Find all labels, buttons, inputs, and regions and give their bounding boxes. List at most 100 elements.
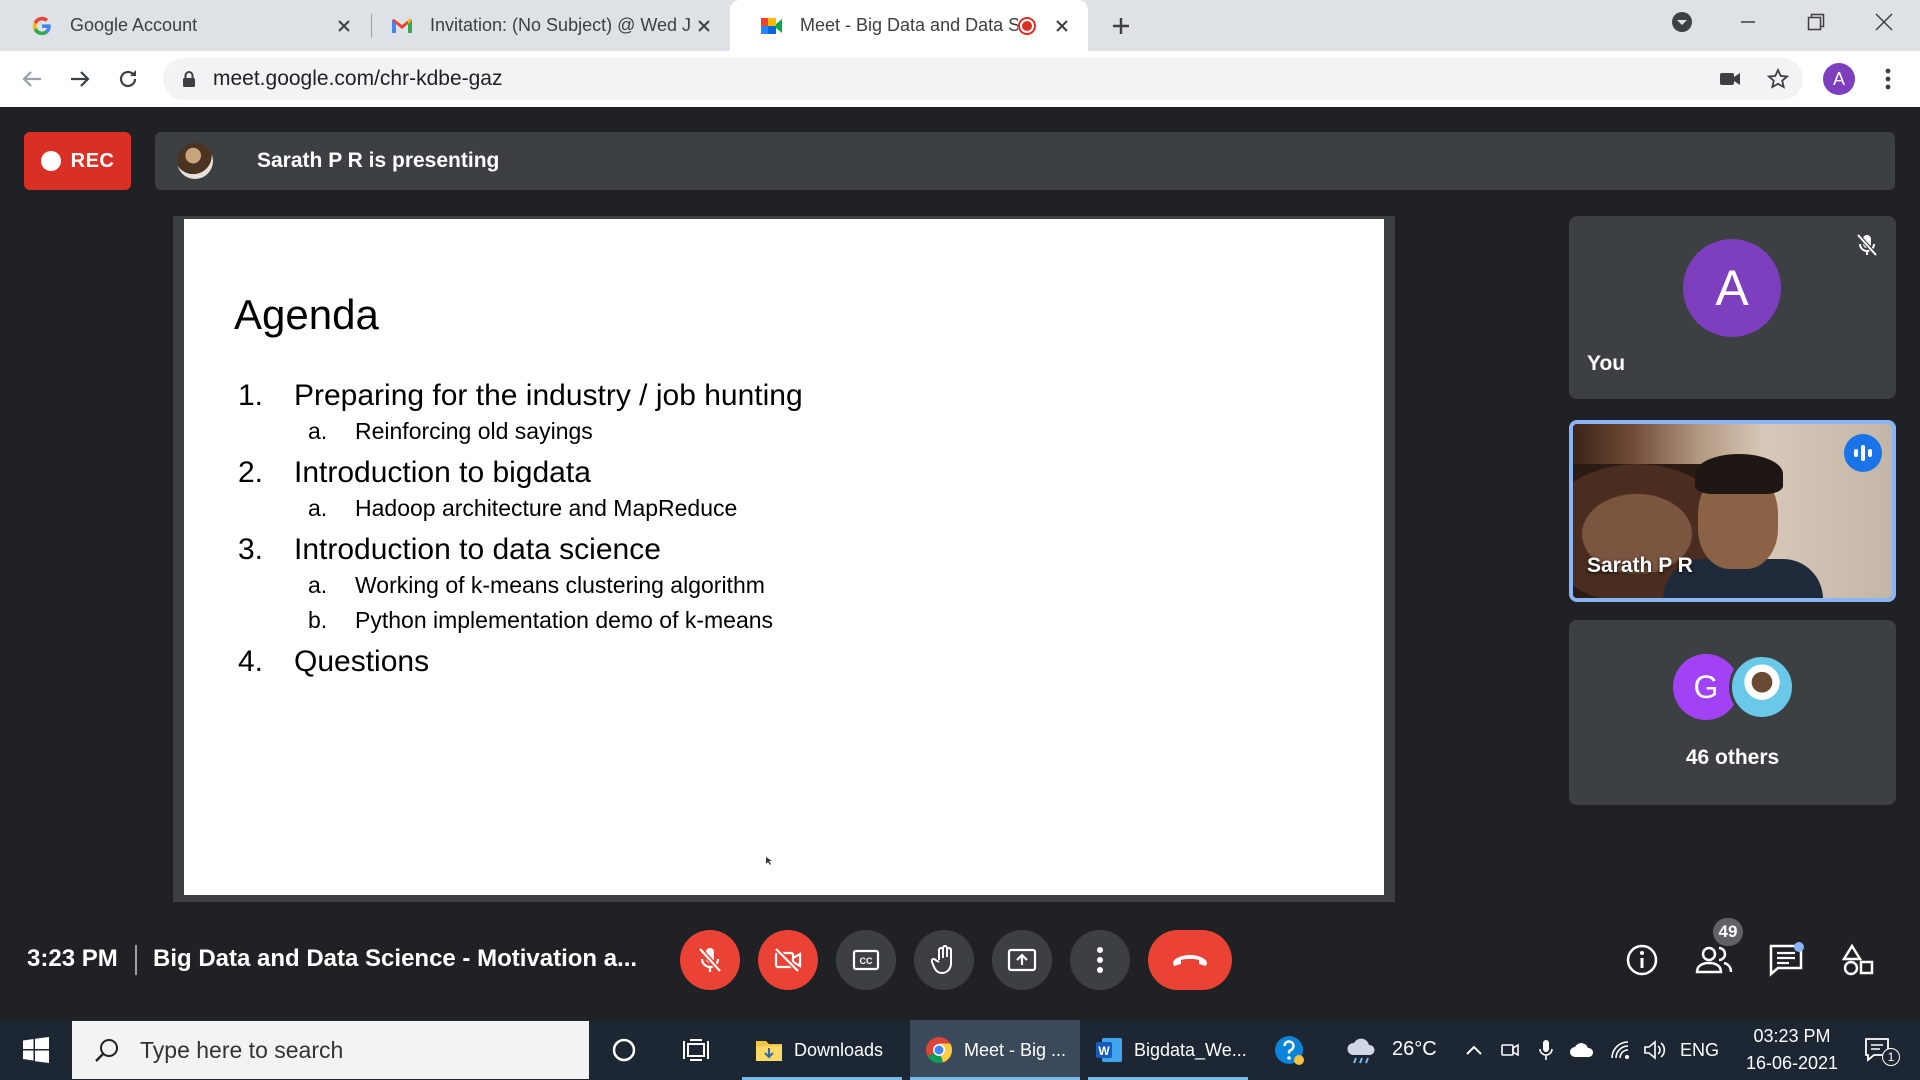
avatar: A bbox=[1683, 239, 1781, 337]
participant-tile-you[interactable]: A You bbox=[1569, 216, 1896, 399]
tab-google-account[interactable]: Google Account bbox=[0, 0, 370, 51]
more-options-button[interactable] bbox=[1070, 930, 1130, 990]
subitem-letter: a. bbox=[308, 572, 328, 598]
item-number: 1. bbox=[238, 379, 264, 412]
others-count-label: 46 others bbox=[1685, 746, 1780, 769]
raise-hand-button[interactable] bbox=[914, 930, 974, 990]
taskbar-app-downloads[interactable]: Downloads bbox=[742, 1020, 902, 1080]
onedrive-cloud-icon[interactable] bbox=[1566, 1020, 1598, 1080]
presentation-slide: Agenda 1. Preparing for the industry / jo… bbox=[184, 219, 1384, 895]
tab-title: Meet - Big Data and Data Sc bbox=[800, 15, 1018, 35]
word-icon: W bbox=[1096, 1038, 1122, 1062]
subitem-text: Reinforcing old sayings bbox=[355, 418, 593, 444]
gmail-icon bbox=[390, 14, 414, 38]
close-tab-icon[interactable] bbox=[1050, 14, 1074, 38]
recording-indicator-icon bbox=[1018, 16, 1036, 35]
participant-count-badge: 49 bbox=[1713, 918, 1743, 946]
windows-logo-icon bbox=[23, 1037, 49, 1063]
slide-title: Agenda bbox=[234, 291, 379, 338]
weather-cloud-icon[interactable] bbox=[1342, 1020, 1382, 1080]
subitem-text: Python implementation demo of k-means bbox=[355, 607, 774, 633]
svg-text:W: W bbox=[1098, 1044, 1110, 1058]
start-button[interactable] bbox=[0, 1020, 72, 1080]
meeting-time: 3:23 PM bbox=[27, 945, 118, 972]
browser-toolbar: meet.google.com/chr-kdbe-gaz bbox=[0, 51, 1920, 107]
presenter-avatar bbox=[177, 143, 213, 179]
help-icon[interactable] bbox=[1264, 1020, 1314, 1080]
participant-tile-presenter[interactable]: Sarath P R bbox=[1569, 420, 1896, 602]
minimize-icon[interactable] bbox=[1716, 0, 1780, 44]
cortana-icon[interactable] bbox=[598, 1020, 650, 1080]
task-view-icon[interactable] bbox=[670, 1020, 722, 1080]
item-text: Questions bbox=[294, 645, 430, 678]
search-icon bbox=[92, 1035, 122, 1065]
speaking-indicator-icon bbox=[1844, 434, 1882, 472]
present-icon bbox=[1007, 948, 1037, 972]
chat-button[interactable] bbox=[1764, 938, 1808, 982]
close-tab-icon[interactable] bbox=[332, 14, 356, 38]
tray-overflow-chevron-icon[interactable] bbox=[1460, 1020, 1488, 1080]
camera-toggle-button[interactable] bbox=[758, 930, 818, 990]
camera-off-icon bbox=[774, 947, 802, 973]
present-screen-button[interactable] bbox=[992, 930, 1052, 990]
participant-tile-others[interactable]: G 46 others bbox=[1569, 620, 1896, 805]
lock-icon[interactable] bbox=[179, 69, 199, 89]
meeting-details-button[interactable] bbox=[1620, 938, 1664, 982]
new-tab-button[interactable] bbox=[1106, 12, 1136, 40]
subitem-letter: a. bbox=[308, 418, 328, 444]
wifi-icon[interactable] bbox=[1606, 1020, 1636, 1080]
chrome-icon bbox=[926, 1037, 953, 1064]
taskbar-app-chrome[interactable]: Meet - Big ... bbox=[910, 1020, 1080, 1080]
taskbar-search-input[interactable]: Type here to search bbox=[72, 1021, 589, 1079]
tab-google-meet[interactable]: Meet - Big Data and Data Sc bbox=[730, 0, 1088, 51]
clock-date[interactable]: 16-06-2021 bbox=[1736, 1053, 1848, 1074]
presenting-banner: Sarath P R is presenting bbox=[155, 132, 1895, 190]
divider bbox=[135, 945, 137, 975]
google-meet-icon bbox=[760, 14, 784, 38]
app-label: Downloads bbox=[794, 1039, 884, 1060]
notification-count-badge: 1 bbox=[1882, 1048, 1900, 1066]
tab-search-button[interactable] bbox=[1650, 0, 1714, 44]
closed-captions-icon: CC bbox=[852, 949, 880, 971]
info-icon bbox=[1626, 944, 1658, 976]
subitem-text: Working of k-means clustering algorithm bbox=[355, 572, 765, 598]
address-bar[interactable]: meet.google.com/chr-kdbe-gaz bbox=[163, 58, 1803, 100]
captions-button[interactable]: CC bbox=[836, 930, 896, 990]
search-placeholder: Type here to search bbox=[140, 1036, 344, 1063]
close-window-icon[interactable] bbox=[1852, 0, 1916, 44]
app-label: Bigdata_We... bbox=[1134, 1039, 1247, 1060]
profile-avatar[interactable]: A bbox=[1823, 63, 1855, 95]
volume-icon[interactable] bbox=[1640, 1020, 1670, 1080]
reload-button[interactable] bbox=[112, 63, 144, 95]
taskbar-app-word[interactable]: W Bigdata_We... bbox=[1088, 1020, 1248, 1080]
clock-time[interactable]: 03:23 PM bbox=[1744, 1026, 1840, 1047]
bookmark-star-icon[interactable] bbox=[1762, 63, 1794, 95]
input-language[interactable]: ENG bbox=[1680, 1040, 1719, 1061]
subitem-letter: a. bbox=[308, 495, 328, 521]
more-vert-icon bbox=[1097, 947, 1103, 973]
tab-title: Google Account bbox=[70, 15, 198, 35]
weather-temperature: 26°C bbox=[1392, 1038, 1437, 1060]
microphone-in-use-icon[interactable] bbox=[1532, 1020, 1560, 1080]
leave-call-button[interactable] bbox=[1148, 930, 1232, 990]
rec-label: REC bbox=[70, 149, 115, 172]
back-button[interactable] bbox=[16, 63, 48, 95]
chrome-menu-icon[interactable] bbox=[1872, 63, 1904, 95]
recording-badge[interactable]: REC bbox=[24, 132, 131, 190]
tab-gmail-invitation[interactable]: Invitation: (No Subject) @ Wed Ju bbox=[360, 0, 730, 51]
forward-button[interactable] bbox=[64, 63, 96, 95]
mic-toggle-button[interactable] bbox=[680, 930, 740, 990]
close-tab-icon[interactable] bbox=[692, 14, 716, 38]
google-logo-icon bbox=[30, 14, 54, 38]
app-label: Meet - Big ... bbox=[964, 1039, 1067, 1060]
restore-icon[interactable] bbox=[1784, 0, 1848, 44]
camera-in-use-icon[interactable] bbox=[1714, 63, 1746, 95]
item-number: 4. bbox=[238, 645, 264, 678]
action-center-icon[interactable]: 1 bbox=[1852, 1020, 1904, 1080]
svg-text:CC: CC bbox=[860, 956, 873, 966]
activities-button[interactable] bbox=[1836, 938, 1880, 982]
tab-strip: Google Account Invitation: (No Subject) … bbox=[0, 0, 1920, 51]
tab-title: Invitation: (No Subject) @ Wed Ju bbox=[430, 15, 692, 35]
meet-now-icon[interactable] bbox=[1496, 1020, 1524, 1080]
meeting-title: Big Data and Data Science - Motivation a… bbox=[153, 945, 638, 972]
